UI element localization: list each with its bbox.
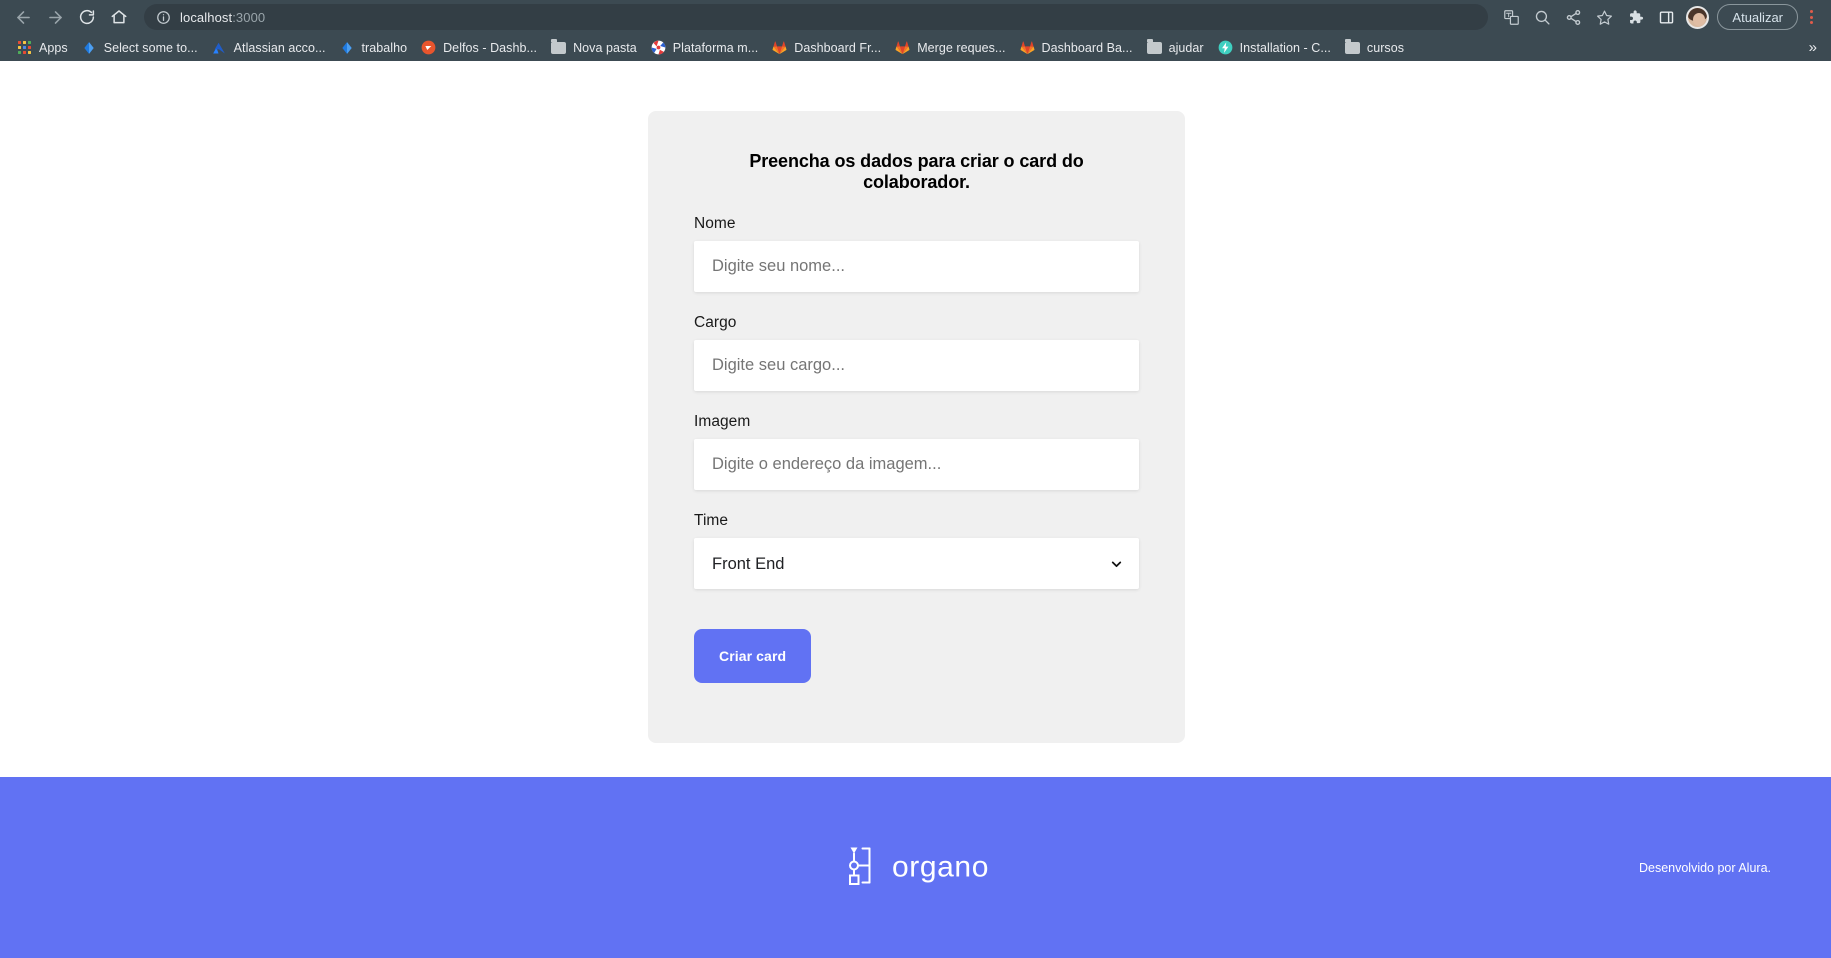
bookmark-merge-reques[interactable]: Merge reques... [888, 37, 1012, 58]
update-button[interactable]: Atualizar [1717, 4, 1798, 30]
collaborator-form-card: Preencha os dados para criar o card do c… [648, 111, 1185, 743]
browser-toolbar: localhost:3000 Atualizar [0, 0, 1831, 34]
url-port: :3000 [232, 9, 266, 25]
browser-menu-icon[interactable] [1799, 2, 1823, 32]
bookmark-ajudar[interactable]: ajudar [1140, 37, 1211, 58]
bookmark-dashboard-ba[interactable]: Dashboard Ba... [1013, 37, 1140, 58]
zoom-icon[interactable] [1527, 2, 1557, 32]
field-label-cargo: Cargo [694, 314, 737, 331]
menu-dot [1809, 10, 1813, 13]
field-cargo: Cargo [694, 314, 1139, 391]
page-footer: organo Desenvolvido por Alura. [0, 777, 1831, 958]
organo-logo-text: organo [891, 850, 990, 884]
side-panel-icon[interactable] [1651, 2, 1681, 32]
criar-card-button[interactable]: Criar card [694, 629, 812, 683]
forward-icon[interactable] [40, 2, 70, 32]
nome-input[interactable] [694, 241, 1139, 292]
url-host: localhost [180, 9, 233, 25]
folder-icon [1344, 39, 1360, 55]
bookmarks-bar: Apps Select some to... Atlassian acco...… [0, 34, 1831, 61]
bookmark-nova-pasta[interactable]: Nova pasta [544, 37, 644, 58]
profile-avatar[interactable] [1682, 2, 1712, 32]
bookmark-label: Merge reques... [917, 40, 1006, 55]
lightning-teal-icon [1218, 40, 1233, 55]
cargo-input[interactable] [694, 340, 1139, 391]
page-content: Preencha os dados para criar o card do c… [0, 61, 1831, 958]
bookmark-apps[interactable]: Apps [10, 37, 75, 58]
bookmark-atlassian-acco[interactable]: Atlassian acco... [205, 37, 333, 58]
folder-icon [551, 39, 567, 55]
organo-logo: organo [842, 843, 989, 892]
address-bar-url: localhost:3000 [180, 10, 265, 25]
bookmark-label: Nova pasta [573, 40, 637, 55]
gitlab-icon [1020, 40, 1035, 55]
bookmark-label: Dashboard Ba... [1041, 40, 1133, 55]
home-icon[interactable] [104, 2, 134, 32]
bookmarks-overflow-icon[interactable]: » [1803, 37, 1823, 58]
form-title: Preencha os dados para criar o card do c… [749, 151, 1084, 192]
bookmark-label: Plataforma m... [672, 40, 759, 55]
plataforma-icon [651, 40, 666, 55]
bookmark-cursos[interactable]: cursos [1338, 37, 1411, 58]
bookmark-label: Dashboard Fr... [794, 40, 882, 55]
field-nome: Nome [694, 215, 1139, 292]
bookmark-star-icon[interactable] [1589, 2, 1619, 32]
bookmark-label: ajudar [1168, 40, 1204, 55]
site-info-icon[interactable] [156, 10, 171, 25]
share-icon[interactable] [1558, 2, 1588, 32]
bookmark-installation-c[interactable]: Installation - C... [1211, 37, 1338, 58]
bookmark-select-some-to[interactable]: Select some to... [75, 37, 205, 58]
reload-icon[interactable] [72, 2, 102, 32]
menu-dot [1809, 21, 1813, 24]
diamond-blue-icon [340, 40, 355, 55]
bookmark-delfos-dashb[interactable]: Delfos - Dashb... [414, 37, 544, 58]
bookmark-plataforma-m[interactable]: Plataforma m... [644, 37, 766, 58]
bookmark-label: trabalho [361, 40, 408, 55]
bookmark-dashboard-fr[interactable]: Dashboard Fr... [765, 37, 888, 58]
bookmark-label: Installation - C... [1239, 40, 1331, 55]
imagem-input[interactable] [694, 439, 1139, 490]
avatar-face [1692, 12, 1705, 26]
time-select[interactable]: Front End [694, 538, 1139, 589]
field-label-imagem: Imagem [694, 413, 751, 430]
back-icon[interactable] [8, 2, 38, 32]
gitlab-icon [772, 40, 787, 55]
bookmark-label: Apps [39, 40, 68, 55]
delfos-icon [421, 40, 436, 55]
bookmark-label: Delfos - Dashb... [443, 40, 538, 55]
diamond-blue-icon [82, 40, 97, 55]
apps-grid-icon [17, 40, 32, 55]
time-select-wrap: Front End [694, 538, 1139, 589]
gitlab-icon [895, 40, 910, 55]
address-bar[interactable]: localhost:3000 [144, 4, 1489, 30]
field-label-time: Time [694, 512, 729, 529]
bookmark-trabalho[interactable]: trabalho [333, 37, 415, 58]
folder-icon [1146, 39, 1162, 55]
toolbar-actions: Atualizar [1496, 2, 1823, 32]
org-chart-icon [842, 843, 882, 892]
atlassian-icon [212, 40, 227, 55]
field-label-nome: Nome [694, 215, 736, 232]
footer-credit: Desenvolvido por Alura. [1638, 860, 1771, 875]
bookmark-label: cursos [1366, 40, 1405, 55]
menu-dot [1809, 15, 1813, 19]
bookmark-label: Select some to... [103, 40, 198, 55]
bookmark-label: Atlassian acco... [233, 40, 326, 55]
avatar [1685, 5, 1709, 29]
translate-icon[interactable] [1496, 2, 1526, 32]
extensions-icon[interactable] [1620, 2, 1650, 32]
field-imagem: Imagem [694, 413, 1139, 490]
field-time: Time Front End [694, 512, 1139, 589]
browser-chrome: localhost:3000 Atualizar Apps Select som… [0, 0, 1831, 61]
